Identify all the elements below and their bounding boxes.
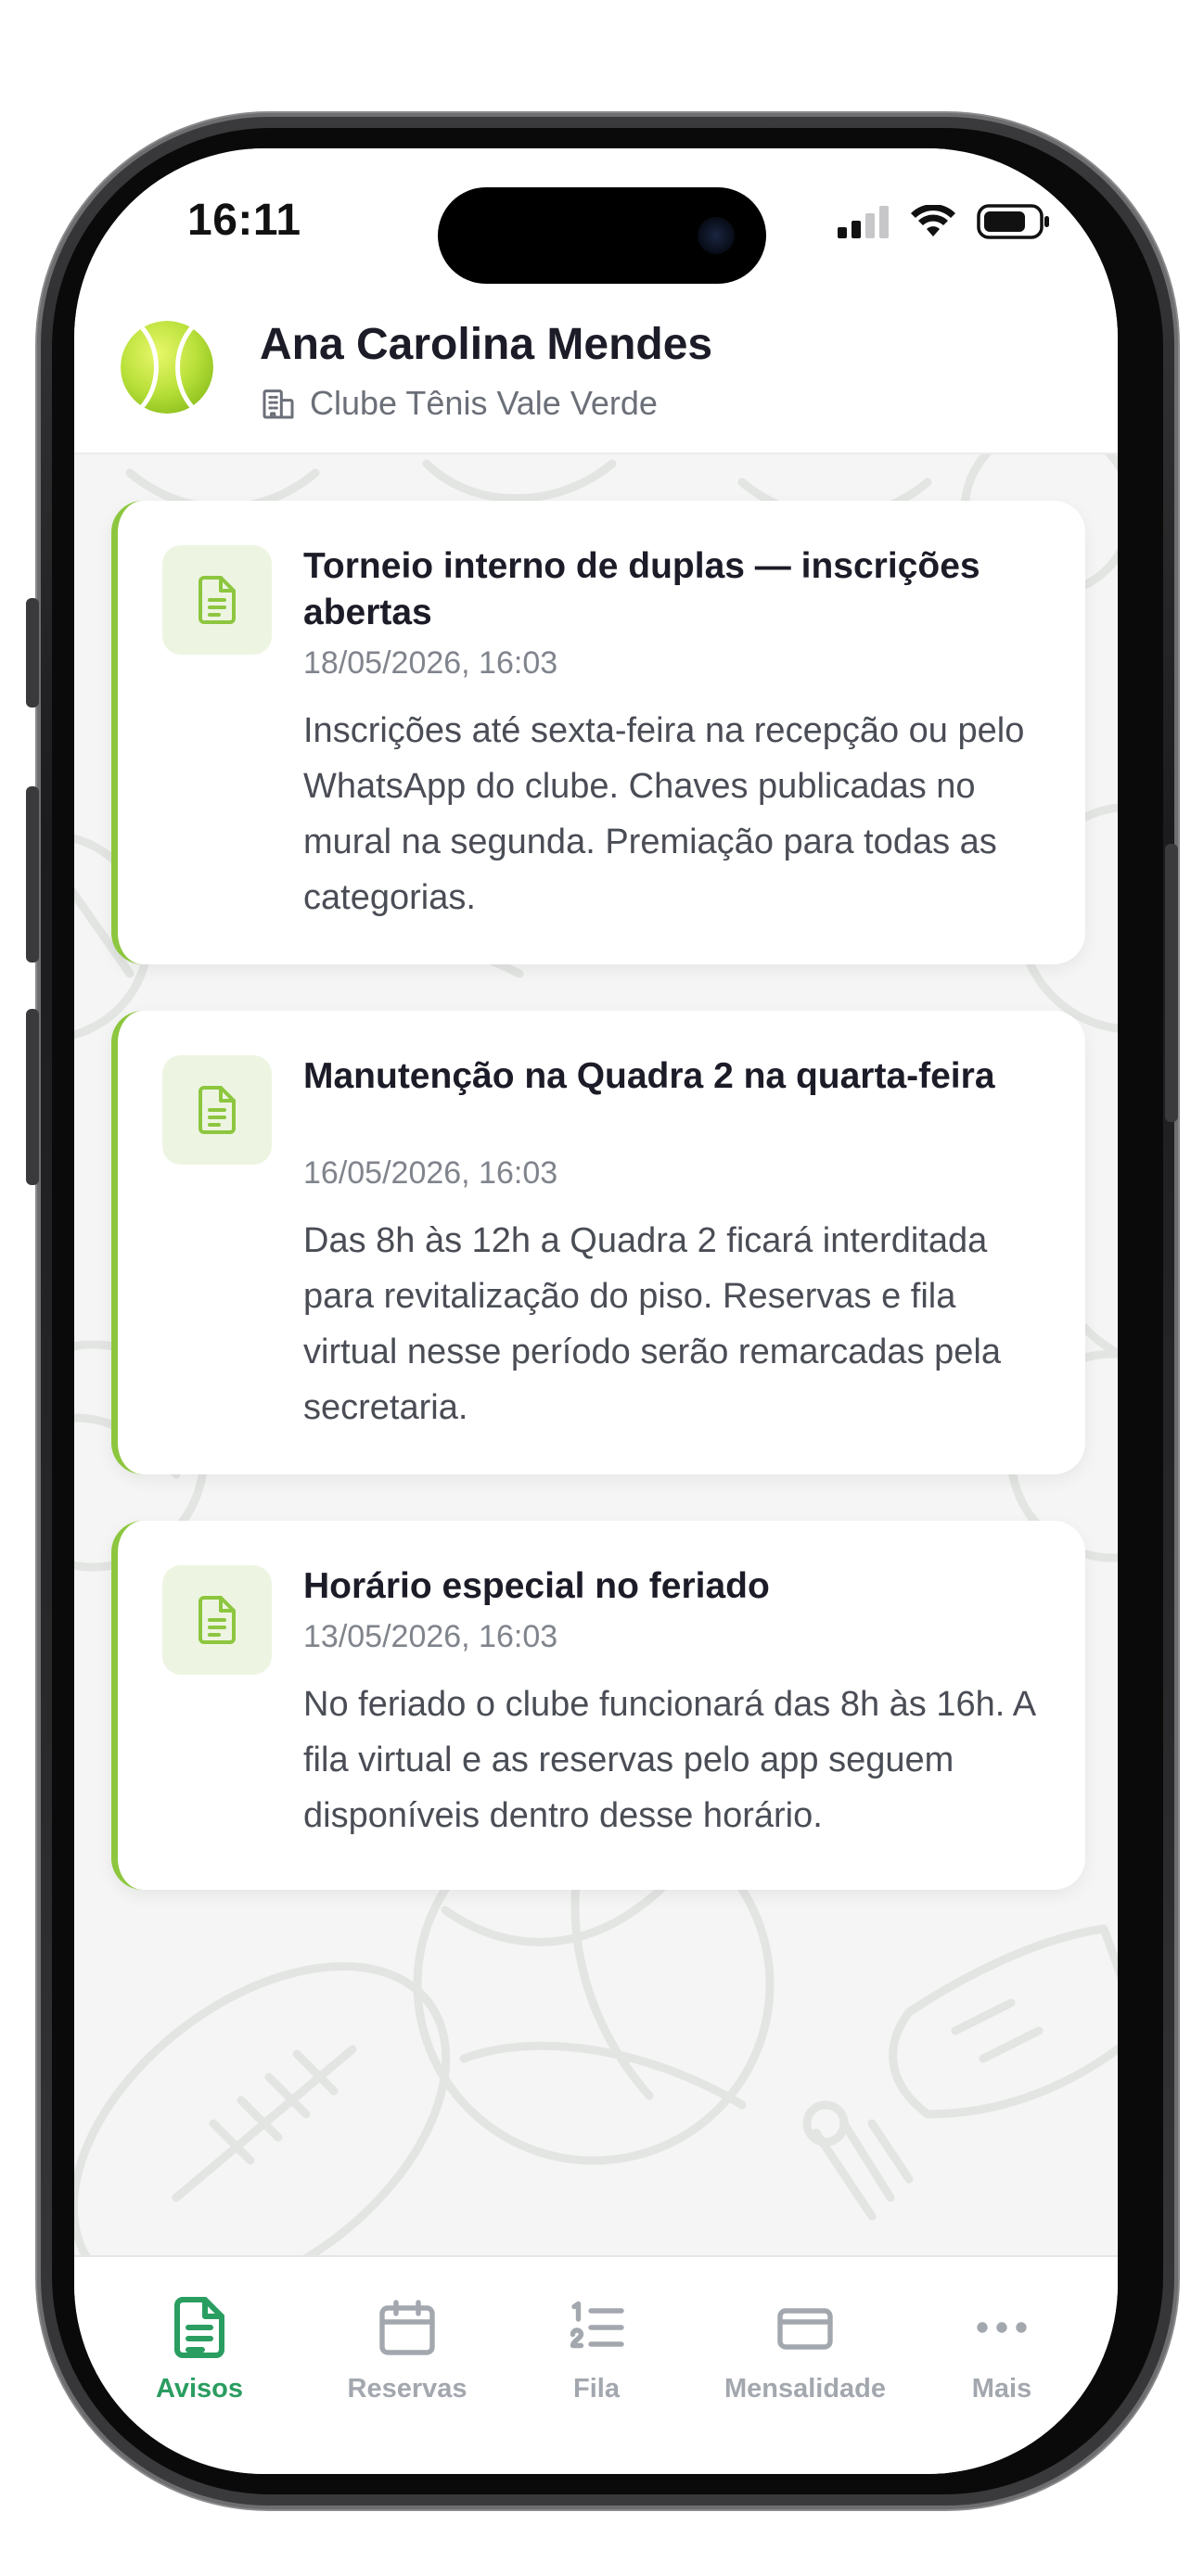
notice-title: Torneio interno de duplas — inscrições a… [303,546,980,632]
notices-feed[interactable]: Torneio interno de duplas — inscrições a… [74,454,1118,2255]
credit-card-icon [777,2308,833,2350]
user-name: Ana Carolina Mendes [260,320,713,369]
notice-body: No feriado o clube funcionará das 8h às … [303,1685,1034,1835]
tab-label: Avisos [155,2374,244,2404]
notice-icon-box [162,1565,272,1675]
status-time: 16:11 [187,196,301,245]
building-icon [263,389,294,419]
battery-icon [977,204,1049,239]
status-bar: 16:11 [74,148,1118,287]
calendar-icon [379,2300,435,2355]
cellular-signal-icon [838,206,889,238]
tab-mensalidade[interactable]: Mensalidade [698,2294,912,2424]
document-icon [198,1086,236,1134]
notice-date: 16/05/2026, 16:03 [303,1155,558,1191]
tab-label: Reservas [347,2374,467,2404]
notice-card[interactable]: Torneio interno de duplas — inscrições a… [111,501,1085,964]
document-icon [174,2297,224,2358]
notice-date: 18/05/2026, 16:03 [303,645,558,681]
document-icon [198,576,236,624]
front-camera [698,217,735,254]
tab-mais[interactable]: Mais [895,2294,1108,2424]
tab-label: Fila [573,2374,620,2404]
tab-fila[interactable]: Fila [490,2294,703,2424]
screen: 16:11 Ana Carolina Mendes Clube Tênis Va… [74,148,1118,2474]
avatar[interactable] [121,321,213,414]
wifi-icon [911,205,955,236]
numbered-list-icon [570,2301,624,2349]
tennis-ball-icon [121,321,213,414]
notice-body: Inscrições até sexta-feira na recepção o… [303,711,1025,917]
dynamic-island [438,187,766,284]
notice-date: 13/05/2026, 16:03 [303,1619,558,1654]
notice-title: Manutenção na Quadra 2 na quarta-feira [303,1056,995,1096]
document-icon [198,1596,236,1644]
notice-icon-box [162,1055,272,1165]
notice-title: Horário especial no feriado [303,1566,770,1606]
club-name: Clube Tênis Vale Verde [310,384,658,422]
notice-card[interactable]: Horário especial no feriado 13/05/2026, … [111,1521,1085,1890]
tab-label: Mais [971,2374,1032,2404]
tab-bar: Avisos Reservas Fila Mensalidade Mais [74,2255,1118,2474]
tab-avisos[interactable]: Avisos [93,2294,306,2424]
tab-label: Mensalidade [724,2374,887,2404]
notice-card[interactable]: Manutenção na Quadra 2 na quarta-feira 1… [111,1011,1085,1474]
notice-body: Das 8h às 12h a Quadra 2 ficará interdit… [303,1221,1001,1427]
profile-header: Ana Carolina Mendes Clube Tênis Vale Ver… [74,287,1118,454]
power-button [1165,844,1178,1122]
status-icons [838,204,1051,239]
tab-reservas[interactable]: Reservas [301,2294,514,2424]
more-dots-icon [977,2322,1027,2333]
volume-down-button [26,1009,39,1185]
action-button [26,598,39,708]
volume-up-button [26,786,39,963]
club-row: Clube Tênis Vale Verde [260,384,658,423]
notice-icon-box [162,545,272,655]
